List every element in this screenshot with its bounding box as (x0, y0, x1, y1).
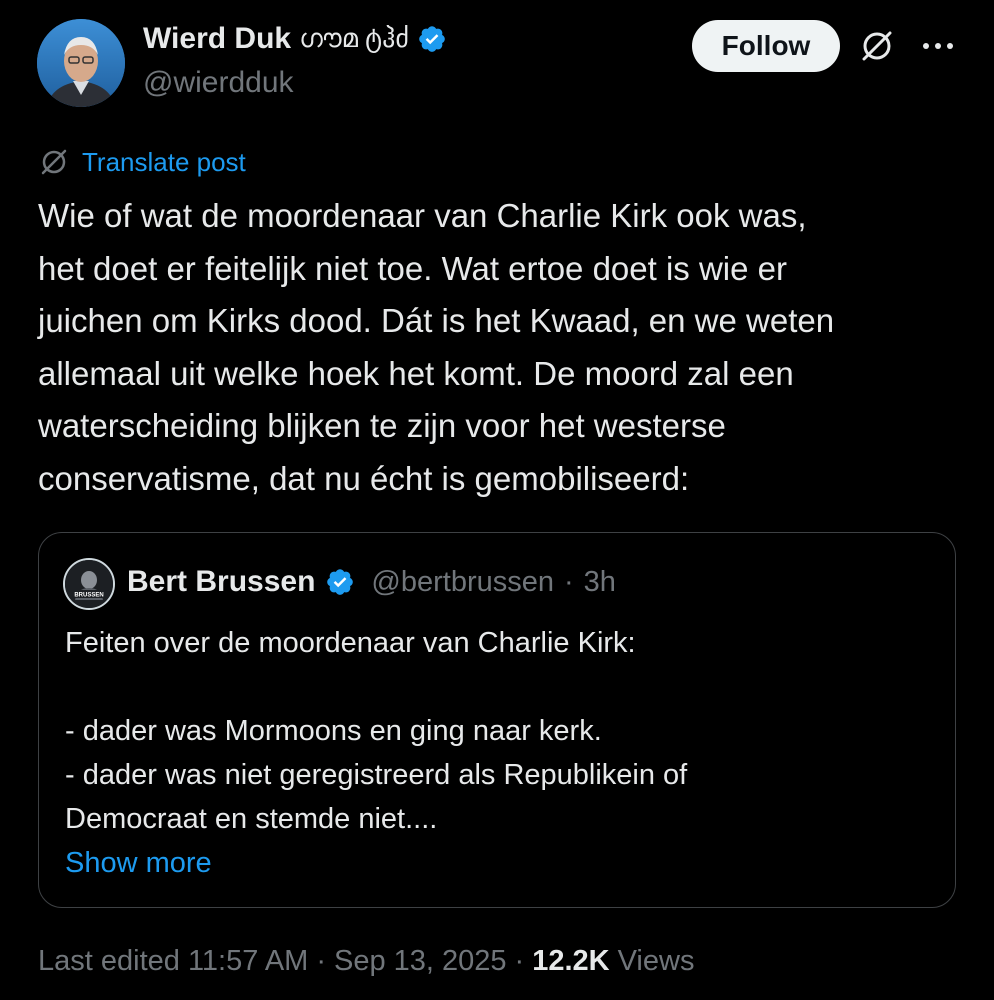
author-name-row[interactable]: Wierd Duk ഗൗമ ტჰძ (143, 22, 447, 56)
views-count: 12.2K (532, 945, 610, 977)
post-date[interactable]: Sep 13, 2025 (334, 945, 507, 978)
translate-grok-icon (41, 149, 67, 175)
quoted-author-handle[interactable]: @bertbrussen (371, 566, 554, 599)
author-display-name[interactable]: Wierd Duk (143, 22, 291, 56)
quoted-verified-badge-icon (327, 569, 354, 595)
quoted-text-line (65, 665, 925, 709)
grok-icon[interactable] (858, 27, 896, 65)
translate-post-link[interactable]: Translate post (38, 146, 246, 178)
quoted-text-line: - dader was Mormoons en ging naar kerk. (65, 715, 602, 747)
meta-separator: · (316, 945, 326, 977)
avatar-photo (37, 19, 125, 107)
svg-text:BRUSSEN: BRUSSEN (74, 593, 103, 599)
quoted-separator: · (564, 565, 574, 598)
quoted-text-line: Democraat en stemde niet.... (65, 803, 438, 835)
author-handle[interactable]: @wierdduk (143, 66, 294, 100)
author-avatar[interactable] (37, 19, 125, 107)
verified-badge-icon (419, 26, 445, 52)
views-label: Views (617, 945, 695, 977)
quoted-text-line: Feiten over de moordenaar van Charlie Ki… (65, 627, 636, 659)
post-text: Wie of wat de moordenaar van Charlie Kir… (38, 197, 835, 497)
last-edited-time[interactable]: Last edited 11:57 AM (38, 945, 308, 978)
quoted-author-name[interactable]: Bert Brussen (127, 565, 315, 599)
quoted-post-header: Bert Brussen @bertbrussen · 3h (127, 565, 616, 599)
translate-post-label[interactable]: Translate post (82, 147, 246, 178)
follow-button[interactable]: Follow (692, 20, 840, 72)
quoted-avatar-logo: BRUSSEN (65, 560, 113, 608)
author-name-decoration: ഗൗമ ტჰძ (299, 23, 409, 53)
show-more-link[interactable]: Show more (65, 841, 925, 885)
quoted-text-line: - dader was niet geregistreerd als Repub… (65, 759, 688, 791)
quoted-author-avatar[interactable]: BRUSSEN (63, 558, 115, 610)
quoted-post[interactable]: BRUSSEN Bert Brussen @bertbrussen · 3h F… (38, 532, 956, 908)
quoted-post-text: Feiten over de moordenaar van Charlie Ki… (65, 621, 925, 885)
meta-separator: · (514, 945, 525, 977)
post-meta: Last edited 11:57 AM · Sep 13, 2025 · 12… (38, 945, 694, 978)
quoted-post-time[interactable]: 3h (584, 566, 616, 599)
more-options-icon[interactable] (918, 36, 958, 56)
